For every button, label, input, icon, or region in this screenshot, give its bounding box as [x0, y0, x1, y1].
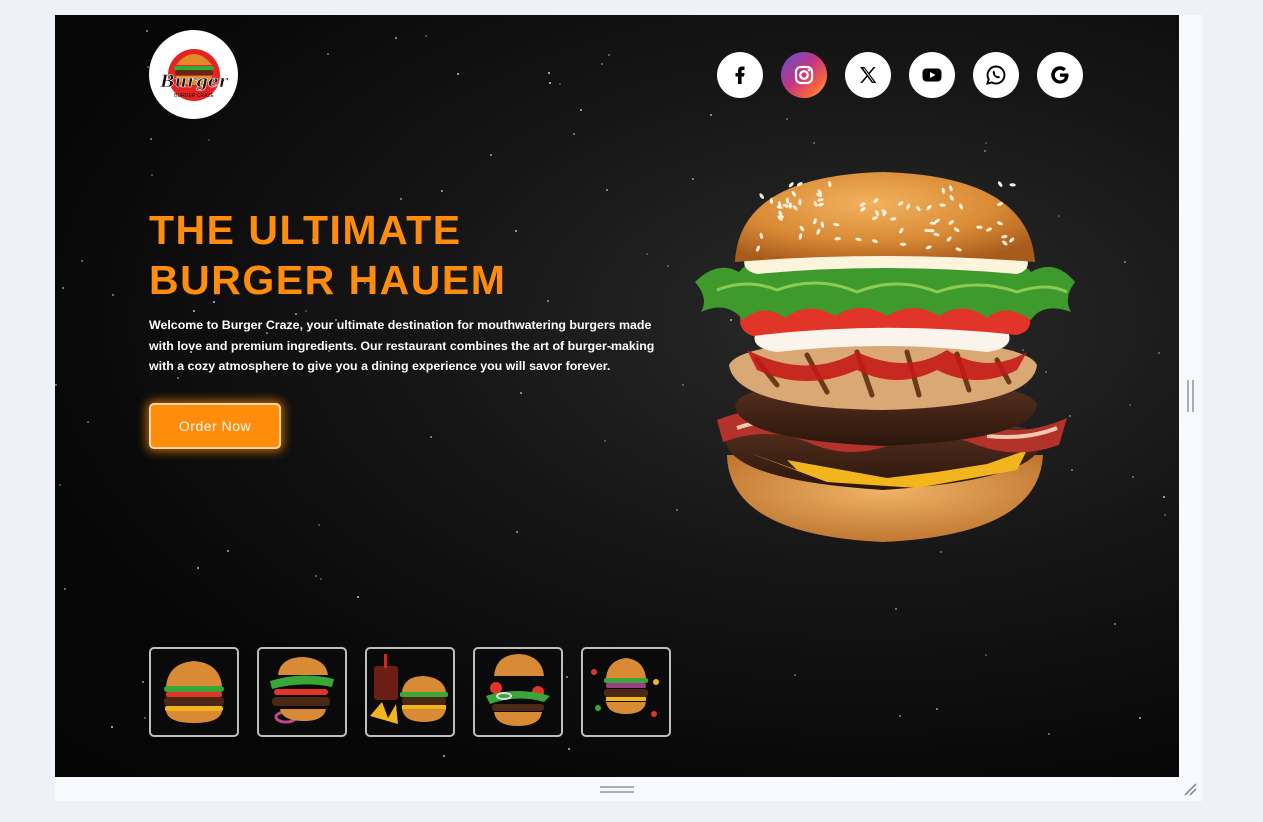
star-decoration: [151, 174, 153, 176]
corner-resize-icon[interactable]: [1182, 781, 1198, 797]
star-decoration: [318, 524, 320, 526]
thumbnail-burger-1[interactable]: [149, 647, 239, 737]
thumbnail-burger-4[interactable]: [473, 647, 563, 737]
burger-thumbnails: [149, 647, 671, 737]
star-decoration: [441, 190, 443, 192]
star-decoration: [794, 674, 796, 676]
hero-title-line-2: BURGER HAUEM: [149, 257, 507, 303]
burger-image: [591, 658, 659, 717]
star-decoration: [112, 294, 114, 296]
star-decoration: [146, 30, 148, 32]
star-decoration: [786, 118, 788, 120]
svg-text:BURGER CRAZE: BURGER CRAZE: [174, 93, 214, 99]
thumbnail-burger-5[interactable]: [581, 647, 671, 737]
vertical-resize-handle[interactable]: [1187, 380, 1195, 412]
star-decoration: [150, 138, 152, 140]
star-decoration: [516, 531, 518, 533]
star-decoration: [305, 310, 307, 312]
svg-text:Burger: Burger: [159, 72, 228, 92]
star-decoration: [606, 189, 608, 191]
star-decoration: [87, 421, 89, 423]
star-decoration: [601, 63, 603, 65]
star-decoration: [1158, 352, 1160, 354]
star-decoration: [813, 142, 815, 144]
burger-image: [486, 654, 550, 726]
burger-image: [164, 661, 224, 723]
star-decoration: [1114, 623, 1116, 625]
hero-burger-image: [695, 172, 1075, 542]
star-decoration: [940, 551, 942, 553]
star-decoration: [55, 384, 57, 386]
star-decoration: [400, 198, 402, 200]
hero-title-line-1: THE ULTIMATE: [149, 207, 462, 253]
burger-combo-image: [370, 654, 448, 724]
whatsapp-icon[interactable]: [973, 52, 1019, 98]
order-now-button[interactable]: Order Now: [149, 403, 281, 449]
burger-image: [270, 657, 334, 724]
hero-description: Welcome to Burger Craze, your ultimate d…: [149, 318, 655, 373]
star-decoration: [568, 748, 570, 750]
star-decoration: [573, 133, 575, 135]
star-decoration: [549, 82, 551, 84]
star-decoration: [327, 53, 329, 55]
star-decoration: [1124, 261, 1126, 263]
star-decoration: [985, 654, 987, 656]
burger-logo[interactable]: Burger BURGER CRAZE: [149, 30, 238, 119]
star-decoration: [1163, 496, 1165, 498]
star-decoration: [936, 708, 938, 710]
star-decoration: [395, 37, 397, 39]
star-decoration: [144, 717, 146, 719]
instagram-icon[interactable]: [781, 52, 827, 98]
star-decoration: [443, 755, 445, 757]
star-decoration: [59, 484, 61, 486]
star-decoration: [548, 72, 550, 74]
star-decoration: [62, 287, 64, 289]
star-decoration: [1048, 733, 1050, 735]
star-decoration: [315, 575, 317, 577]
star-decoration: [142, 681, 144, 683]
star-decoration: [193, 310, 195, 312]
star-decoration: [1129, 404, 1131, 406]
star-decoration: [985, 142, 987, 144]
star-decoration: [682, 384, 684, 386]
star-decoration: [895, 608, 897, 610]
star-decoration: [559, 83, 561, 85]
hero-section: Burger BURGER CRAZE THE ULTIMATE BURGER …: [55, 15, 1179, 777]
star-decoration: [197, 567, 199, 569]
star-decoration: [604, 440, 606, 442]
x-icon[interactable]: [845, 52, 891, 98]
star-decoration: [81, 260, 83, 262]
star-decoration: [111, 726, 113, 728]
thumbnail-burger-2[interactable]: [257, 647, 347, 737]
star-decoration: [608, 54, 610, 56]
star-decoration: [227, 550, 229, 552]
star-decoration: [710, 114, 712, 116]
logo-burger-icon: Burger BURGER CRAZE: [159, 48, 229, 101]
social-links: [717, 52, 1083, 98]
star-decoration: [899, 715, 901, 717]
facebook-icon[interactable]: [717, 52, 763, 98]
star-decoration: [984, 150, 986, 152]
star-decoration: [64, 588, 66, 590]
youtube-icon[interactable]: [909, 52, 955, 98]
star-decoration: [208, 139, 210, 141]
star-decoration: [357, 596, 359, 598]
star-decoration: [457, 73, 459, 75]
star-decoration: [320, 578, 322, 580]
star-decoration: [580, 109, 582, 111]
thumbnail-burger-combo[interactable]: [365, 647, 455, 737]
google-icon[interactable]: [1037, 52, 1083, 98]
star-decoration: [490, 154, 492, 156]
hero-title: THE ULTIMATE BURGER HAUEM: [149, 205, 669, 305]
star-decoration: [1132, 476, 1134, 478]
star-decoration: [676, 509, 678, 511]
star-decoration: [430, 436, 432, 438]
star-decoration: [177, 377, 179, 379]
horizontal-resize-handle[interactable]: [600, 786, 634, 794]
star-decoration: [425, 35, 427, 37]
star-decoration: [520, 392, 522, 394]
star-decoration: [1139, 717, 1141, 719]
star-decoration: [1164, 514, 1166, 516]
